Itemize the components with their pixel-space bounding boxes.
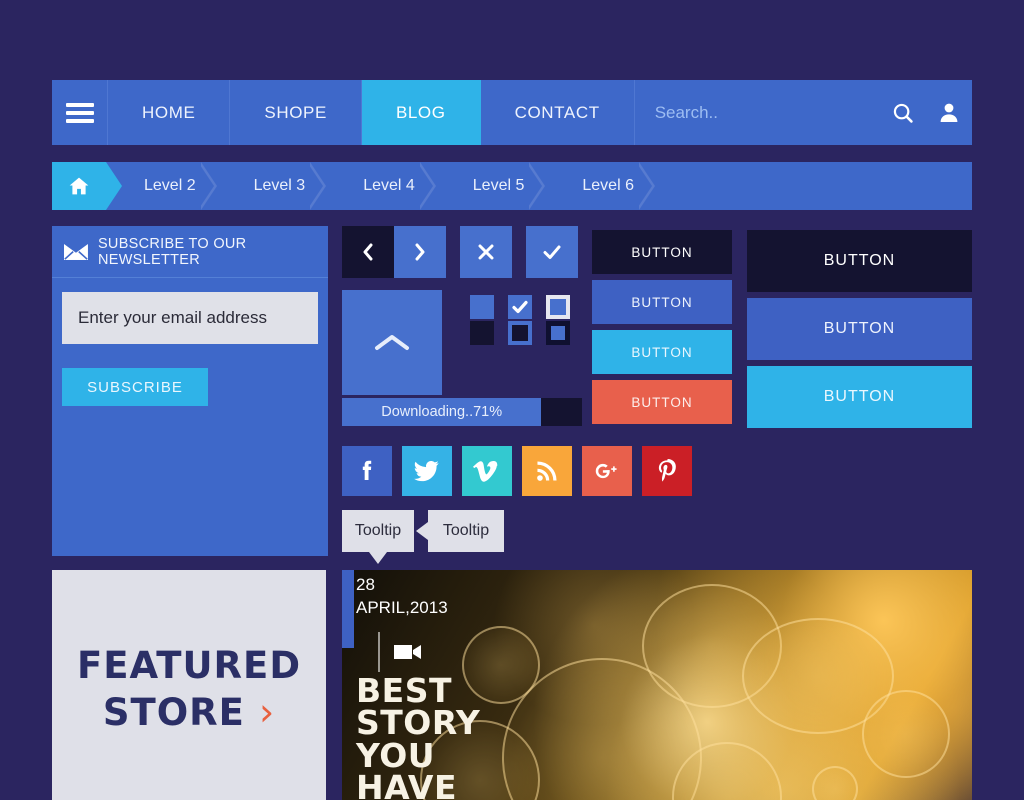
close-button[interactable]: [460, 226, 512, 278]
pinterest-button[interactable]: [642, 446, 692, 496]
button-blue-small[interactable]: BUTTON: [592, 280, 732, 324]
newsletter-email-container: [62, 292, 318, 344]
blog-title-line: HAVE: [356, 767, 457, 800]
blog-media-type: [378, 632, 422, 672]
home-icon: [69, 177, 89, 195]
newsletter-email-input[interactable]: [78, 308, 302, 328]
rss-icon: [537, 461, 557, 481]
tooltip-label: Tooltip: [442, 522, 490, 539]
next-button[interactable]: [394, 226, 446, 278]
blog-month-year: APRIL,2013: [356, 597, 448, 617]
nav-label: SHOPE: [264, 102, 327, 122]
chevron-up-icon: [375, 334, 409, 350]
nav-item-shope[interactable]: SHOPE: [230, 80, 362, 145]
facebook-icon: [362, 460, 372, 480]
main-navbar: HOME SHOPE BLOG CONTACT: [52, 80, 972, 145]
featured-store-line-1: FEATURED: [77, 643, 301, 689]
user-icon[interactable]: [926, 80, 972, 145]
chevron-left-icon: [363, 243, 373, 261]
checkbox-blue-checked[interactable]: [508, 295, 532, 319]
twitter-icon: [414, 460, 439, 482]
featured-store-line-2: STORE ›: [103, 689, 275, 737]
newsletter-title: SUBSCRIBE TO OUR NEWSLETTER: [97, 235, 247, 268]
pinterest-icon: [658, 459, 676, 482]
blog-date: 28 APRIL,2013: [356, 574, 448, 620]
vimeo-button[interactable]: [462, 446, 512, 496]
blog-post-card[interactable]: 28 APRIL,2013 BEST STORY YOU HAVE: [342, 570, 972, 800]
featured-store-card[interactable]: FEATURED STORE ›: [52, 570, 326, 800]
breadcrumb-item-level-5[interactable]: Level 5: [435, 162, 545, 210]
button-dark-small[interactable]: BUTTON: [592, 230, 732, 274]
breadcrumb-item-level-4[interactable]: Level 4: [325, 162, 436, 210]
google-plus-icon: [595, 463, 617, 479]
chevron-right-icon: [415, 243, 425, 261]
breadcrumb-label: Level 4: [363, 177, 415, 194]
button-dark-large[interactable]: BUTTON: [747, 230, 972, 292]
download-progress-bar: Downloading..71%: [342, 398, 582, 426]
hamburger-icon: [65, 99, 94, 127]
tooltip-label: Tooltip: [354, 522, 402, 539]
breadcrumb-home-button[interactable]: [52, 162, 122, 210]
breadcrumb-label: Level 5: [472, 177, 525, 194]
breadcrumb: Level 2 Level 3 Level 4 Level 5 Level 6: [52, 162, 972, 210]
blog-title-line: STORY: [356, 703, 481, 743]
nav-item-home[interactable]: HOME: [108, 80, 231, 145]
newsletter-subscribe-button[interactable]: SUBSCRIBE: [62, 368, 208, 406]
divider: [378, 632, 380, 672]
featured-store-subtitle: STORE: [102, 691, 245, 734]
chevron-right-icon[interactable]: ›: [259, 689, 275, 737]
scroll-up-button[interactable]: [342, 290, 442, 395]
google-plus-button[interactable]: [582, 446, 632, 496]
breadcrumb-item-level-3[interactable]: Level 3: [216, 162, 326, 210]
confirm-button[interactable]: [526, 226, 578, 278]
nav-label: HOME: [142, 102, 196, 122]
featured-store-title: FEATURED: [76, 644, 302, 688]
video-camera-icon: [394, 645, 421, 659]
breadcrumb-label: Level 2: [144, 177, 196, 194]
bokeh-circle: [862, 690, 950, 778]
checkbox-blue-dark-frame[interactable]: [546, 321, 570, 345]
nav-label: CONTACT: [514, 102, 600, 122]
checkbox-dark-unchecked[interactable]: [470, 321, 494, 345]
close-x-icon: [478, 244, 494, 260]
button-blue-large[interactable]: BUTTON: [747, 298, 972, 360]
breadcrumb-label: Level 3: [253, 177, 306, 194]
envelope-icon: [64, 243, 88, 260]
tooltip-left-arrow: Tooltip: [416, 510, 504, 552]
blog-day: 28: [356, 575, 375, 594]
nav-item-contact[interactable]: CONTACT: [481, 80, 635, 145]
check-icon: [543, 245, 561, 259]
breadcrumb-item-level-2[interactable]: Level 2: [106, 162, 217, 210]
page-root: HOME SHOPE BLOG CONTACT Search.. Level 2…: [0, 0, 1024, 800]
newsletter-header: SUBSCRIBE TO OUR NEWSLETTER: [52, 226, 328, 278]
button-cyan-large[interactable]: BUTTON: [747, 366, 972, 428]
prev-button[interactable]: [342, 226, 394, 278]
nav-item-blog[interactable]: BLOG: [361, 80, 481, 145]
search-input[interactable]: [654, 102, 880, 123]
social-links: [342, 446, 692, 496]
blog-title[interactable]: BEST STORY YOU HAVE: [356, 674, 481, 800]
newsletter-panel: SUBSCRIBE TO OUR NEWSLETTER SUBSCRIBE: [52, 226, 328, 556]
button-cyan-small[interactable]: BUTTON: [592, 330, 732, 374]
breadcrumb-label: Level 6: [582, 177, 634, 194]
twitter-button[interactable]: [402, 446, 452, 496]
blog-accent-bar: [342, 570, 354, 648]
progress-label: Downloading..71%: [381, 404, 503, 420]
vimeo-icon: [473, 460, 498, 482]
facebook-button[interactable]: [342, 446, 392, 496]
search-container: [635, 80, 880, 145]
hamburger-menu-button[interactable]: [52, 80, 108, 145]
checkbox-dark-blue-frame[interactable]: [508, 321, 532, 345]
button-red-small[interactable]: BUTTON: [592, 380, 732, 424]
nav-label: BLOG: [395, 102, 446, 122]
check-icon: [512, 300, 528, 314]
checkbox-blue-unchecked[interactable]: [470, 295, 494, 319]
breadcrumb-item-level-6[interactable]: Level 6: [544, 162, 655, 210]
rss-button[interactable]: [522, 446, 572, 496]
progress-fill: Downloading..71%: [342, 398, 542, 426]
checkbox-white-frame[interactable]: [546, 295, 570, 319]
search-icon[interactable]: [880, 80, 926, 145]
tooltip-bottom-arrow: Tooltip: [342, 510, 414, 564]
